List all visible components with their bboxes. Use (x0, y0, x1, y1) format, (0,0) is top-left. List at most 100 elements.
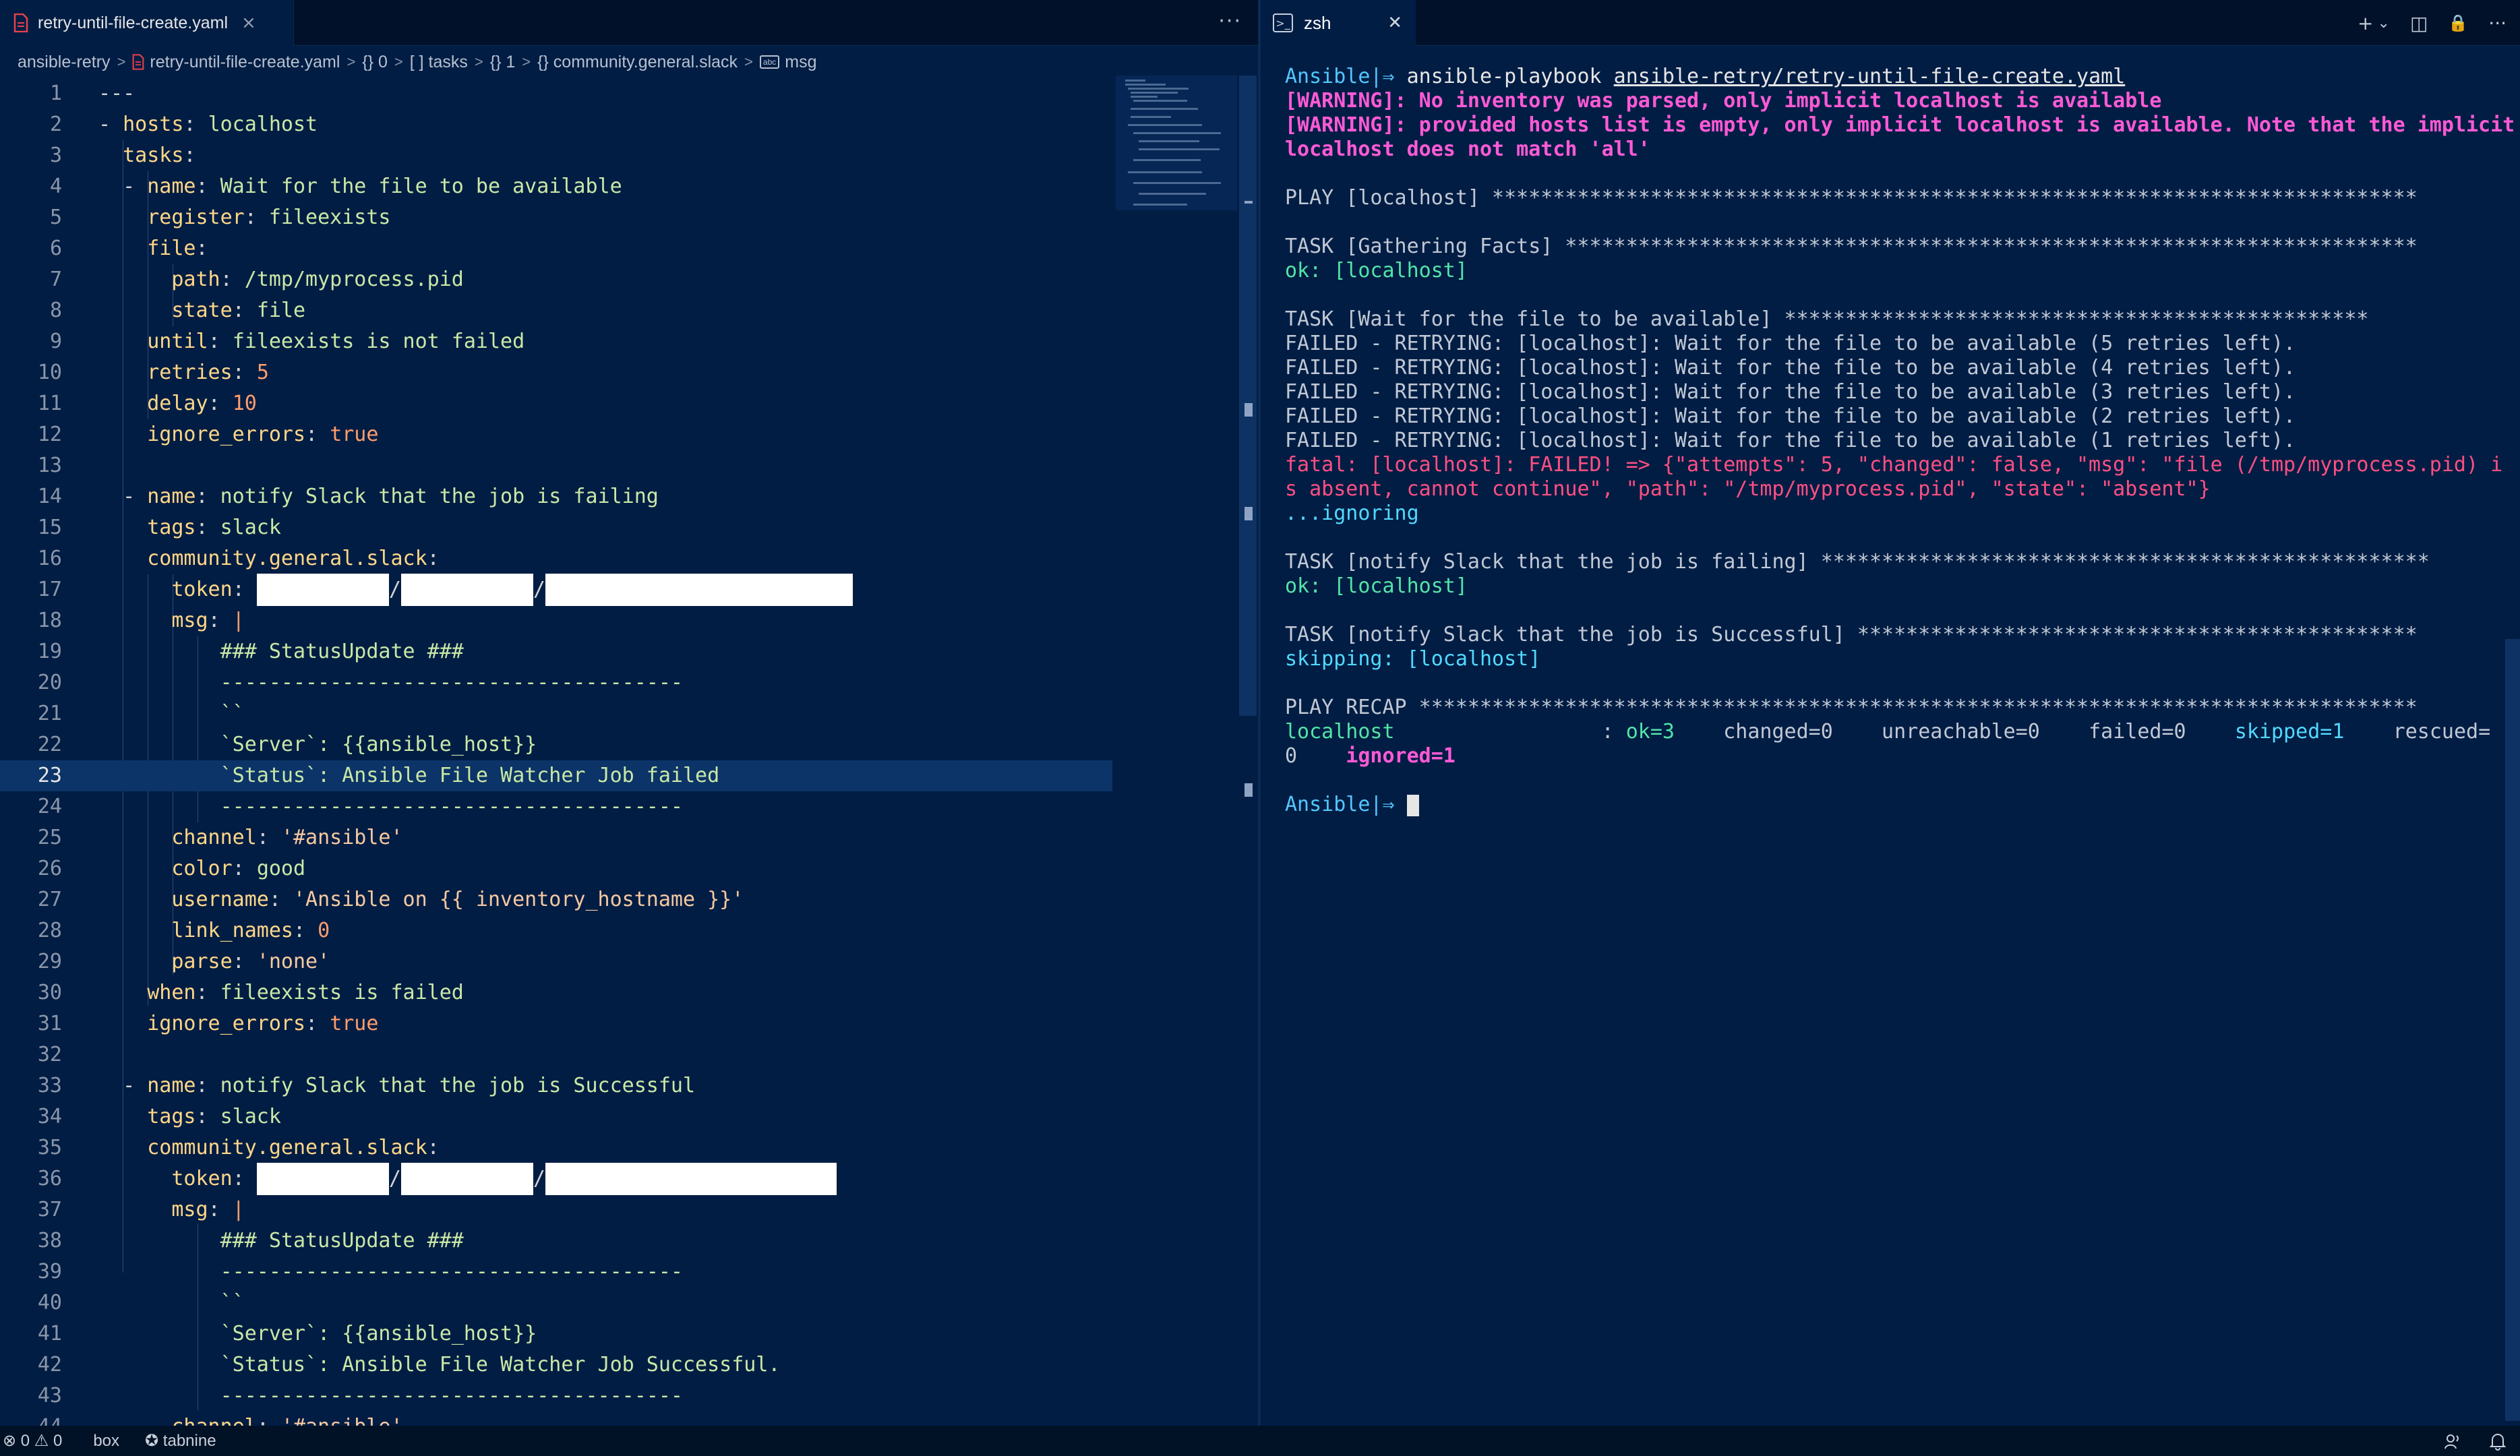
line-number: 3 (49, 144, 62, 167)
close-tab-icon[interactable]: ✕ (1387, 13, 1402, 33)
code-line: -------------------------------------- (220, 1260, 683, 1283)
line-number: 2 (49, 113, 62, 136)
minimap[interactable] (1116, 75, 1237, 210)
code-line: tags: slack (147, 1105, 281, 1128)
terminal-output[interactable]: Ansible|⇒ ansible-playbook ansible-retry… (1285, 65, 2515, 817)
terminal-blank (1285, 671, 2498, 696)
minimap-line (1125, 84, 1166, 86)
redacted-token (256, 1163, 389, 1195)
editor-tab-active[interactable]: retry-until-file-create.yaml × (0, 0, 294, 46)
breadcrumb-item[interactable]: {} 1 (490, 53, 516, 72)
tabnine-indicator[interactable]: ✪ tabnine (145, 1431, 216, 1451)
terminal-cursor (1406, 794, 1419, 816)
code-editor[interactable]: 1 --- 2 - hosts: localhost 3 tasks: 4 - na… (0, 78, 1112, 1426)
terminal-blank (1285, 283, 2498, 307)
code-line: ignore_errors: true (147, 423, 379, 446)
terminal-line: FAILED - RETRYING: [localhost]: Wait for… (1285, 404, 2296, 428)
line-number: 40 (37, 1291, 62, 1314)
bell-icon[interactable] (2489, 1432, 2507, 1451)
code-line: ignore_errors: true (147, 1012, 379, 1035)
line-number: 36 (37, 1167, 62, 1190)
terminal-line: fatal: [localhost]: FAILED! => {"attempt… (1285, 453, 2503, 477)
line-number: 24 (37, 795, 62, 818)
terminal-scrollbar[interactable] (2505, 639, 2520, 1421)
terminal-line: skipping: [localhost] (1285, 647, 1541, 671)
problems-indicator[interactable]: ⊗ 0 ⚠ 0 (3, 1431, 62, 1451)
terminal-line: ok: [localhost] (1285, 259, 1468, 282)
minimap-line (1139, 148, 1220, 150)
line-number: 6 (49, 237, 62, 260)
command-path-link[interactable]: ansible-retry/retry-until-file-create.ya… (1614, 65, 2126, 88)
terminal-tabbar: >_ zsh ✕ + ⌄ ◫ 🔒 ··· (1261, 0, 2520, 46)
box-indicator[interactable]: box (93, 1432, 119, 1451)
code-line: msg: | (171, 609, 245, 632)
minimap-line (1125, 80, 1145, 82)
code-line: - name: notify Slack that the job is fai… (98, 485, 659, 508)
terminal-line: localhost : ok=3 changed=0 unreachable=0… (1285, 720, 2491, 744)
breadcrumb-item[interactable]: {} 0 (362, 53, 388, 72)
terminal-blank (1285, 162, 2498, 186)
terminal-tab-active[interactable]: >_ zsh ✕ (1261, 0, 1416, 46)
line-number: 20 (37, 671, 62, 694)
breadcrumb-item[interactable]: msg (785, 53, 816, 72)
more-actions-icon[interactable]: ··· (1218, 9, 1242, 33)
line-number: 44 (0, 1412, 62, 1426)
terminal-blank (1285, 210, 2498, 235)
line-number: 34 (37, 1105, 62, 1128)
terminal-line: 0 ignored=1 (1285, 744, 1456, 768)
code-line: path: /tmp/myprocess.pid (171, 268, 464, 291)
code-line: tags: slack (147, 516, 281, 539)
editor-tab-label: retry-until-file-create.yaml (38, 13, 229, 32)
terminal-blank (1285, 526, 2498, 550)
minimap-line (1128, 124, 1202, 126)
minimap-line (1128, 88, 1189, 90)
code-line: link_names: 0 (171, 919, 330, 942)
code-line: state: file (171, 299, 306, 322)
terminal-line: PLAY [localhost] ***********************… (1285, 186, 2418, 210)
breadcrumb-file[interactable]: retry-until-file-create.yaml (150, 53, 340, 72)
minimap-line (1133, 182, 1221, 184)
code-line: delay: 10 (147, 392, 257, 415)
code-line: token: / / (98, 1163, 837, 1195)
breadcrumb-item[interactable]: {} community.general.slack (537, 53, 738, 72)
more-actions-icon[interactable]: ··· (2488, 12, 2507, 34)
line-number: 14 (37, 485, 62, 508)
terminal-line: TASK [Wait for the file to be available]… (1285, 307, 2369, 331)
split-pane-icon[interactable]: ◫ (2410, 12, 2428, 34)
line-number: 33 (37, 1074, 62, 1097)
line-number: 38 (37, 1229, 62, 1252)
redacted-token (400, 1163, 533, 1195)
lock-icon[interactable]: 🔒 (2448, 13, 2468, 32)
line-number: 18 (37, 609, 62, 632)
chevron-right-icon: > (117, 53, 126, 70)
close-tab-icon[interactable]: × (241, 13, 256, 33)
editor-scrollbar[interactable] (1239, 75, 1257, 716)
line-number: 4 (49, 175, 62, 198)
minimap-line (1139, 193, 1206, 195)
redacted-token (256, 574, 389, 606)
terminal-line: TASK [notify Slack that the job is Succe… (1285, 623, 2418, 646)
code-line: file: (147, 237, 208, 260)
redacted-token (545, 574, 853, 606)
new-terminal-icon[interactable]: + (2358, 12, 2373, 34)
line-number: 12 (37, 423, 62, 446)
person-voice-icon[interactable] (2443, 1432, 2462, 1451)
breadcrumb: ansible-retry > retry-until-file-create.… (0, 46, 1258, 78)
code-line: `Status`: Ansible File Watcher Job Succe… (220, 1353, 781, 1376)
shell-prompt: Ansible|⇒ (1285, 65, 1395, 88)
line-number: 25 (37, 826, 62, 849)
line-number: 26 (37, 857, 62, 880)
code-line: -------------------------------------- (220, 795, 683, 818)
breadcrumb-folder[interactable]: ansible-retry (18, 53, 111, 72)
line-number: 16 (37, 547, 62, 570)
line-number: 11 (37, 392, 62, 415)
line-number: 9 (49, 330, 62, 353)
scrollbar-marker (1244, 783, 1253, 797)
chevron-down-icon[interactable]: ⌄ (2378, 15, 2390, 32)
terminal-line: ...ignoring (1285, 502, 1419, 525)
breadcrumb-item[interactable]: [ ] tasks (410, 53, 468, 72)
terminal-line: ok: [localhost] (1285, 574, 1468, 598)
code-line: -------------------------------------- (220, 671, 683, 694)
terminal-line: Ansible|⇒ ansible-playbook ansible-retry… (1285, 65, 2126, 88)
line-number: 5 (49, 206, 62, 229)
